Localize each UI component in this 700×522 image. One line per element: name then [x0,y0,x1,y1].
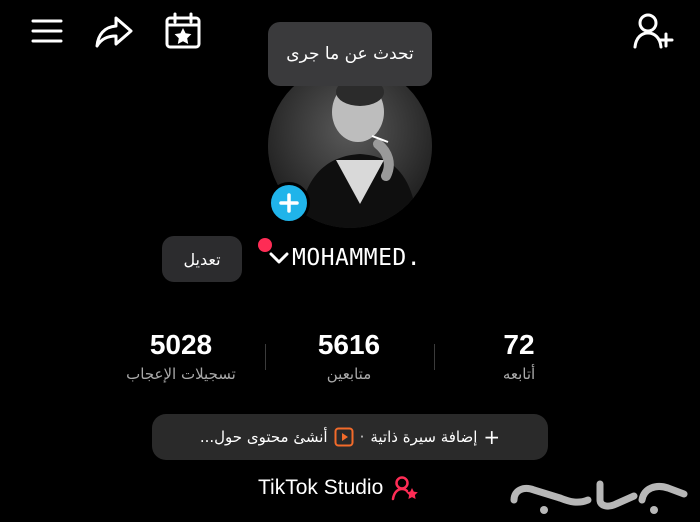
stat-following[interactable]: 72 أتابعه [434,328,604,386]
tooltip-text: تحدث عن ما جرى [286,44,414,64]
plus-icon [279,193,299,213]
add-bio-link[interactable]: إضافة سيرة ذاتية [370,428,477,446]
create-content-link[interactable]: أنشئ محتوى حول... [200,428,328,446]
share-icon[interactable] [92,12,136,52]
followers-label: متابعين [326,365,372,383]
menu-icon[interactable] [28,12,66,50]
haraj-watermark-logo [504,470,690,516]
tiktok-studio-link[interactable]: TikTok Studio [258,474,419,502]
plus-icon: + [483,425,501,449]
followers-count: 5616 [317,329,381,360]
bio-bar[interactable]: + إضافة سيرة ذاتية · أنشئ محتوى حول... [152,414,548,460]
edit-profile-button[interactable]: تعديل [162,236,242,282]
stat-followers[interactable]: 5616 متابعين [264,328,434,386]
stat-likes[interactable]: 5028 تسجيلات الإعجاب [96,328,266,386]
likes-label: تسجيلات الإعجاب [126,365,236,383]
username[interactable]: MOHAMMED. [292,242,421,274]
calendar-star-icon[interactable] [162,10,204,52]
bio-separator: · [359,428,365,446]
chevron-down-icon[interactable] [268,248,290,268]
creator-star-icon [392,476,419,501]
add-story-button[interactable] [268,182,310,224]
likes-count: 5028 [149,329,213,360]
edit-profile-label: تعديل [183,249,221,269]
tiktok-studio-label: TikTok Studio [258,476,384,499]
following-label: أتابعه [502,365,536,383]
add-user-icon[interactable] [630,10,676,52]
status-tooltip[interactable]: تحدث عن ما جرى [268,22,432,86]
following-count: 72 [503,329,535,360]
play-icon [334,427,354,447]
